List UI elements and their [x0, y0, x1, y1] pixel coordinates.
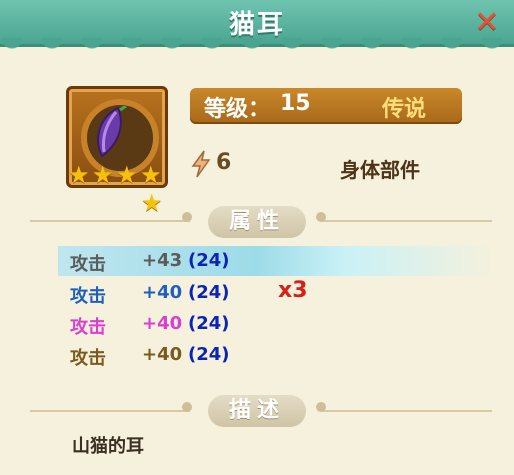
star-rating: ★ ★ ★ ★ — [68, 161, 168, 189]
stat-value: +40 — [142, 344, 183, 365]
bonus-star-icon: ★ — [141, 189, 163, 217]
close-button[interactable]: ✕ — [470, 8, 504, 38]
stat-name: 攻击 — [70, 348, 106, 369]
stat-multiplier: x3 — [278, 278, 308, 303]
stat-base-value: (24) — [188, 282, 230, 303]
star-icon: ★ — [68, 161, 90, 189]
item-title: 猫耳 — [228, 10, 285, 40]
slot-type-label: 身体部件 — [340, 158, 420, 182]
level-bar: 等级： 15 传说 — [190, 88, 462, 124]
divider-dot — [316, 402, 326, 412]
stat-base-value: (24) — [188, 250, 230, 271]
rarity-label: 传说 — [382, 97, 427, 122]
stat-name: 攻击 — [70, 286, 106, 307]
divider-line — [30, 220, 190, 222]
star-icon: ★ — [92, 161, 114, 189]
power-value: 6 — [216, 150, 232, 175]
lightning-icon — [191, 150, 211, 178]
close-x-icon: ✕ — [474, 5, 500, 40]
stat-value: +40 — [142, 313, 183, 334]
divider-line — [30, 410, 190, 412]
level-label: 等级： — [204, 97, 271, 122]
stat-name: 攻击 — [70, 254, 106, 275]
stat-row: 攻击 +40 (24) — [58, 340, 498, 370]
attributes-header: 属性 — [208, 206, 306, 238]
star-icon: ★ — [140, 161, 162, 189]
purple-leaf-item-icon — [97, 106, 127, 158]
level-value: 15 — [280, 91, 311, 116]
divider-dot — [316, 212, 326, 222]
divider-dot — [182, 212, 192, 222]
star-icon: ★ — [116, 161, 138, 189]
divider-line — [322, 220, 492, 222]
stat-base-value: (24) — [188, 313, 230, 334]
description-header: 描述 — [208, 395, 306, 427]
stat-name: 攻击 — [70, 317, 106, 338]
stat-row: 攻击 +40 (24) — [58, 309, 498, 339]
divider-line — [322, 410, 492, 412]
stat-value: +40 — [142, 282, 183, 303]
stat-value: +43 — [142, 250, 183, 271]
item-description: 山猫的耳 — [72, 436, 144, 457]
stat-row: 攻击 +43 (24) — [58, 246, 498, 276]
stat-base-value: (24) — [188, 344, 230, 365]
divider-dot — [182, 402, 192, 412]
